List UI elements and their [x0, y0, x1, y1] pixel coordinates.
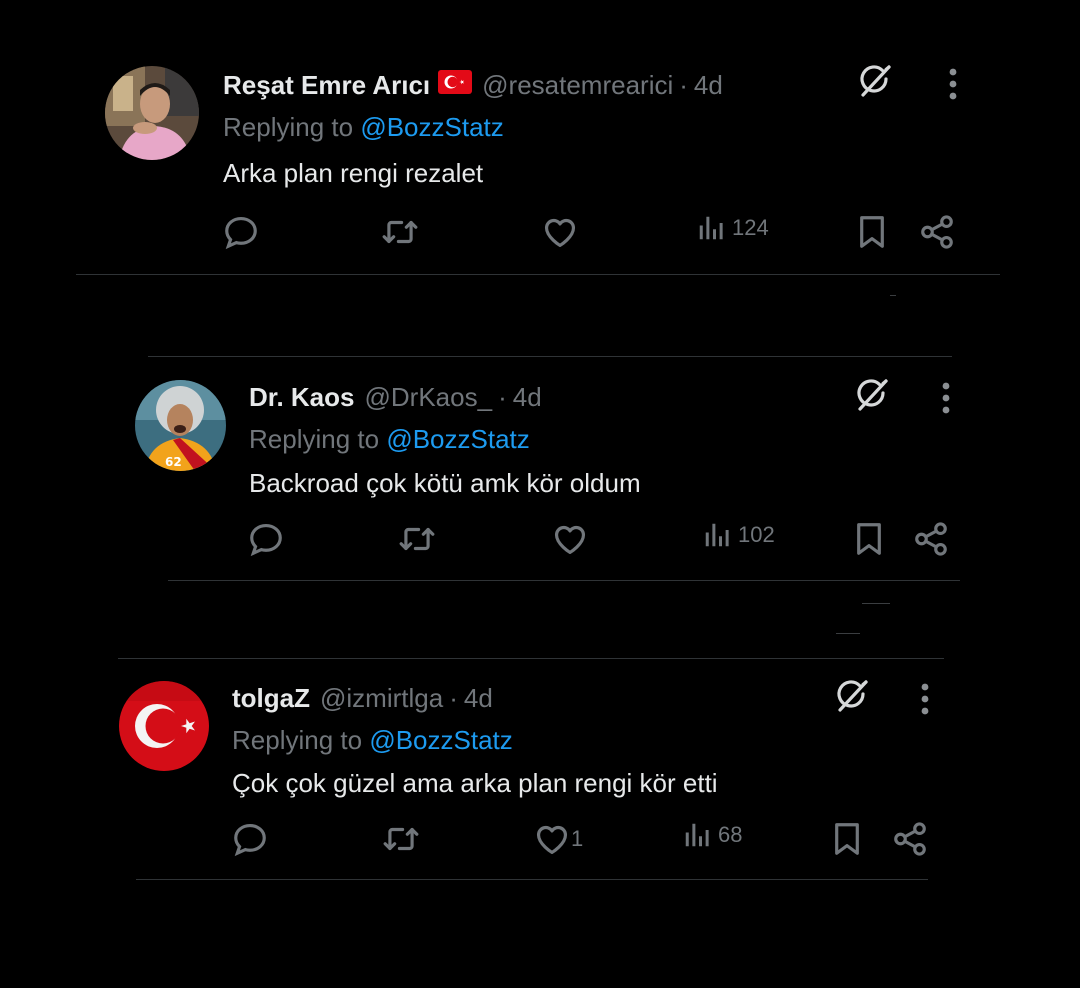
display-name[interactable]: tolgaZ — [232, 683, 310, 714]
separator: · — [449, 682, 458, 713]
replying-to-mention[interactable]: @BozzStatz — [360, 112, 503, 142]
like-button[interactable]: 1 — [533, 820, 583, 858]
timestamp[interactable]: 4d — [464, 683, 493, 714]
replying-to-label: Replying to — [249, 424, 380, 454]
retweet-icon — [398, 520, 436, 558]
like-icon — [533, 820, 571, 858]
like-icon — [541, 213, 579, 251]
handle[interactable]: @resatemrearici — [482, 70, 673, 101]
retweet-icon — [381, 213, 419, 251]
retweet-icon — [382, 820, 420, 858]
divider-fragment — [890, 295, 896, 296]
avatar-resatemrearici[interactable] — [105, 66, 199, 160]
views-count: 102 — [738, 522, 775, 547]
more-icon[interactable] — [920, 679, 930, 724]
divider — [118, 658, 944, 659]
divider-fragment — [836, 633, 860, 634]
timestamp[interactable]: 4d — [513, 382, 542, 413]
views-button[interactable]: 124 — [696, 213, 769, 243]
retweet-button[interactable] — [398, 520, 436, 558]
turkey-flag-icon — [438, 69, 473, 101]
replying-to: Replying to @BozzStatz — [249, 424, 530, 455]
share-button[interactable] — [912, 520, 950, 558]
reply-button[interactable] — [247, 520, 285, 558]
like-button[interactable] — [541, 213, 585, 251]
share-icon — [912, 520, 950, 558]
share-icon — [918, 213, 956, 251]
tweet-text: Backroad çok kötü amk kör oldum — [249, 468, 641, 498]
grok-icon[interactable] — [832, 676, 872, 721]
divider-fragment — [862, 603, 890, 604]
tweet-actions: 102 — [0, 520, 1080, 560]
more-icon[interactable] — [948, 64, 958, 109]
replying-to-mention[interactable]: @BozzStatz — [369, 725, 512, 755]
more-icon[interactable] — [941, 378, 951, 423]
bookmark-icon — [850, 520, 888, 558]
like-count: 1 — [571, 826, 584, 851]
bookmark-button[interactable] — [853, 213, 891, 251]
bookmark-icon — [828, 820, 866, 858]
tweet-actions: 1 68 — [0, 820, 1080, 860]
tweet-text: Arka plan rengi rezalet — [223, 158, 484, 188]
tweet-header: tolgaZ @izmirtlga · 4d — [232, 681, 493, 715]
retweet-button[interactable] — [381, 213, 419, 251]
replying-to-mention[interactable]: @BozzStatz — [386, 424, 529, 454]
replying-to: Replying to @BozzStatz — [223, 112, 504, 143]
display-name[interactable]: Reşat Emre Arıcı — [223, 70, 430, 101]
divider — [136, 879, 928, 880]
share-icon — [891, 820, 929, 858]
replying-to-label: Replying to — [232, 725, 363, 755]
like-icon — [551, 520, 589, 558]
handle[interactable]: @izmirtlga — [320, 683, 443, 714]
views-icon — [696, 213, 726, 243]
views-count: 68 — [718, 822, 743, 847]
bookmark-button[interactable] — [828, 820, 866, 858]
timestamp[interactable]: 4d — [694, 70, 723, 101]
reply-icon — [222, 213, 260, 251]
handle[interactable]: @DrKaos_ — [365, 382, 493, 413]
divider — [148, 356, 952, 357]
grok-icon[interactable] — [852, 375, 892, 420]
tweet-header: Reşat Emre Arıcı @resatemrearici · 4d — [223, 68, 723, 102]
views-icon — [702, 520, 732, 550]
reply-button[interactable] — [231, 820, 269, 858]
divider — [168, 580, 960, 581]
svg-text:62: 62 — [165, 455, 182, 469]
reply-icon — [247, 520, 285, 558]
bookmark-icon — [853, 213, 891, 251]
share-button[interactable] — [891, 820, 929, 858]
share-button[interactable] — [918, 213, 956, 251]
views-button[interactable]: 68 — [682, 820, 742, 850]
retweet-button[interactable] — [382, 820, 420, 858]
divider — [76, 274, 1000, 275]
bookmark-button[interactable] — [850, 520, 888, 558]
separator: · — [679, 69, 688, 100]
replying-to: Replying to @BozzStatz — [232, 725, 513, 756]
display-name[interactable]: Dr. Kaos — [249, 382, 355, 413]
reply-icon — [231, 820, 269, 858]
like-button[interactable] — [551, 520, 595, 558]
tweet-text: Çok çok güzel ama arka plan rengi kör et… — [232, 768, 718, 798]
separator: · — [498, 381, 507, 412]
replying-to-label: Replying to — [223, 112, 354, 142]
reply-button[interactable] — [222, 213, 260, 251]
avatar-drkaos[interactable]: 62 — [135, 380, 226, 471]
tweet-actions: 124 — [0, 213, 1080, 253]
views-button[interactable]: 102 — [702, 520, 775, 550]
grok-icon[interactable] — [855, 61, 895, 106]
tweet-header: Dr. Kaos @DrKaos_ · 4d — [249, 380, 542, 414]
views-icon — [682, 820, 712, 850]
views-count: 124 — [732, 215, 769, 240]
avatar-izmirtlga[interactable] — [119, 681, 209, 771]
